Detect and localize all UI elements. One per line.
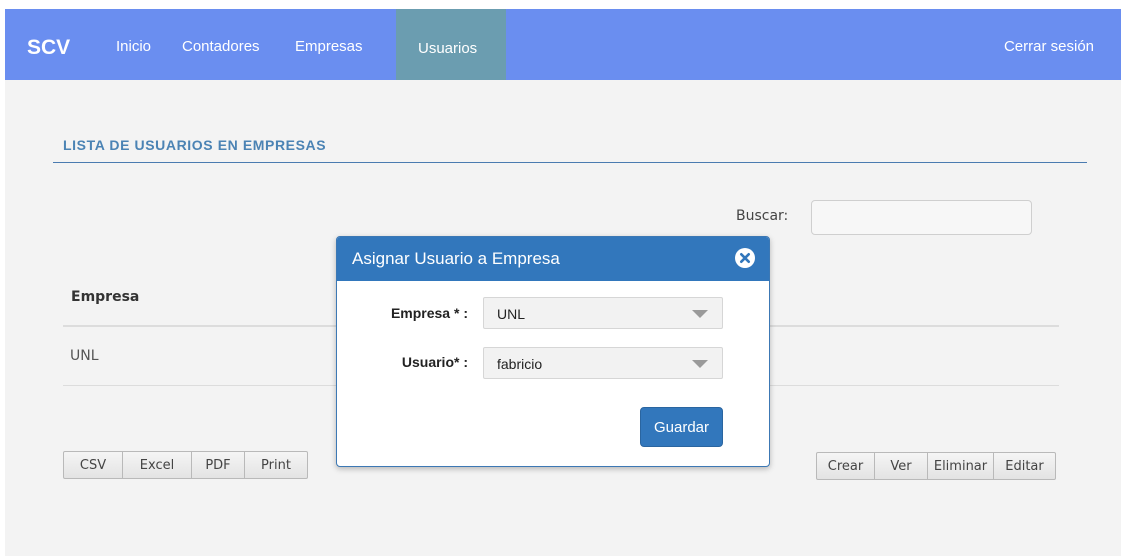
chevron-down-icon <box>692 360 708 368</box>
empresa-label: Empresa * : <box>390 305 468 321</box>
pdf-button[interactable]: PDF <box>192 451 245 479</box>
usuario-selected-value: fabricio <box>497 356 543 372</box>
crear-button[interactable]: Crear <box>816 452 875 480</box>
usuario-select[interactable]: fabricio <box>483 347 723 379</box>
nav-usuarios-label: Usuarios <box>418 40 478 57</box>
logout-link[interactable]: Cerrar sesión <box>1004 38 1094 55</box>
nav-empresas[interactable]: Empresas <box>295 38 363 55</box>
top-navbar: SCV Inicio Contadores Empresas Usuarios … <box>5 9 1121 80</box>
nav-inicio[interactable]: Inicio <box>116 38 151 55</box>
excel-button[interactable]: Excel <box>123 451 192 479</box>
search-label: Buscar: <box>736 208 789 224</box>
close-icon[interactable] <box>735 248 755 268</box>
action-button-group: Crear Ver Eliminar Editar <box>816 452 1056 480</box>
nav-contadores[interactable]: Contadores <box>182 38 260 55</box>
chevron-down-icon <box>692 310 708 318</box>
eliminar-button[interactable]: Eliminar <box>928 452 994 480</box>
title-divider <box>53 162 1087 163</box>
column-header-empresa[interactable]: Empresa <box>71 289 139 305</box>
guardar-button[interactable]: Guardar <box>640 407 723 447</box>
editar-button[interactable]: Editar <box>994 452 1056 480</box>
brand-logo[interactable]: SCV <box>27 36 70 60</box>
empresa-selected-value: UNL <box>497 306 526 322</box>
print-button[interactable]: Print <box>245 451 308 479</box>
usuario-label: Usuario* : <box>401 354 468 370</box>
empresa-select[interactable]: UNL <box>483 297 723 329</box>
modal-title: Asignar Usuario a Empresa <box>352 249 560 268</box>
table-row[interactable]: UNL <box>70 348 99 364</box>
export-button-group: CSV Excel PDF Print <box>63 451 308 479</box>
search-input[interactable] <box>811 200 1032 235</box>
modal-header: Asignar Usuario a Empresa <box>337 237 769 281</box>
csv-button[interactable]: CSV <box>63 451 123 479</box>
page-title: LISTA DE USUARIOS EN EMPRESAS <box>63 137 327 153</box>
ver-button[interactable]: Ver <box>875 452 928 480</box>
nav-usuarios[interactable]: Usuarios <box>396 9 506 80</box>
assign-user-modal: Asignar Usuario a Empresa Empresa * : UN… <box>336 236 770 467</box>
